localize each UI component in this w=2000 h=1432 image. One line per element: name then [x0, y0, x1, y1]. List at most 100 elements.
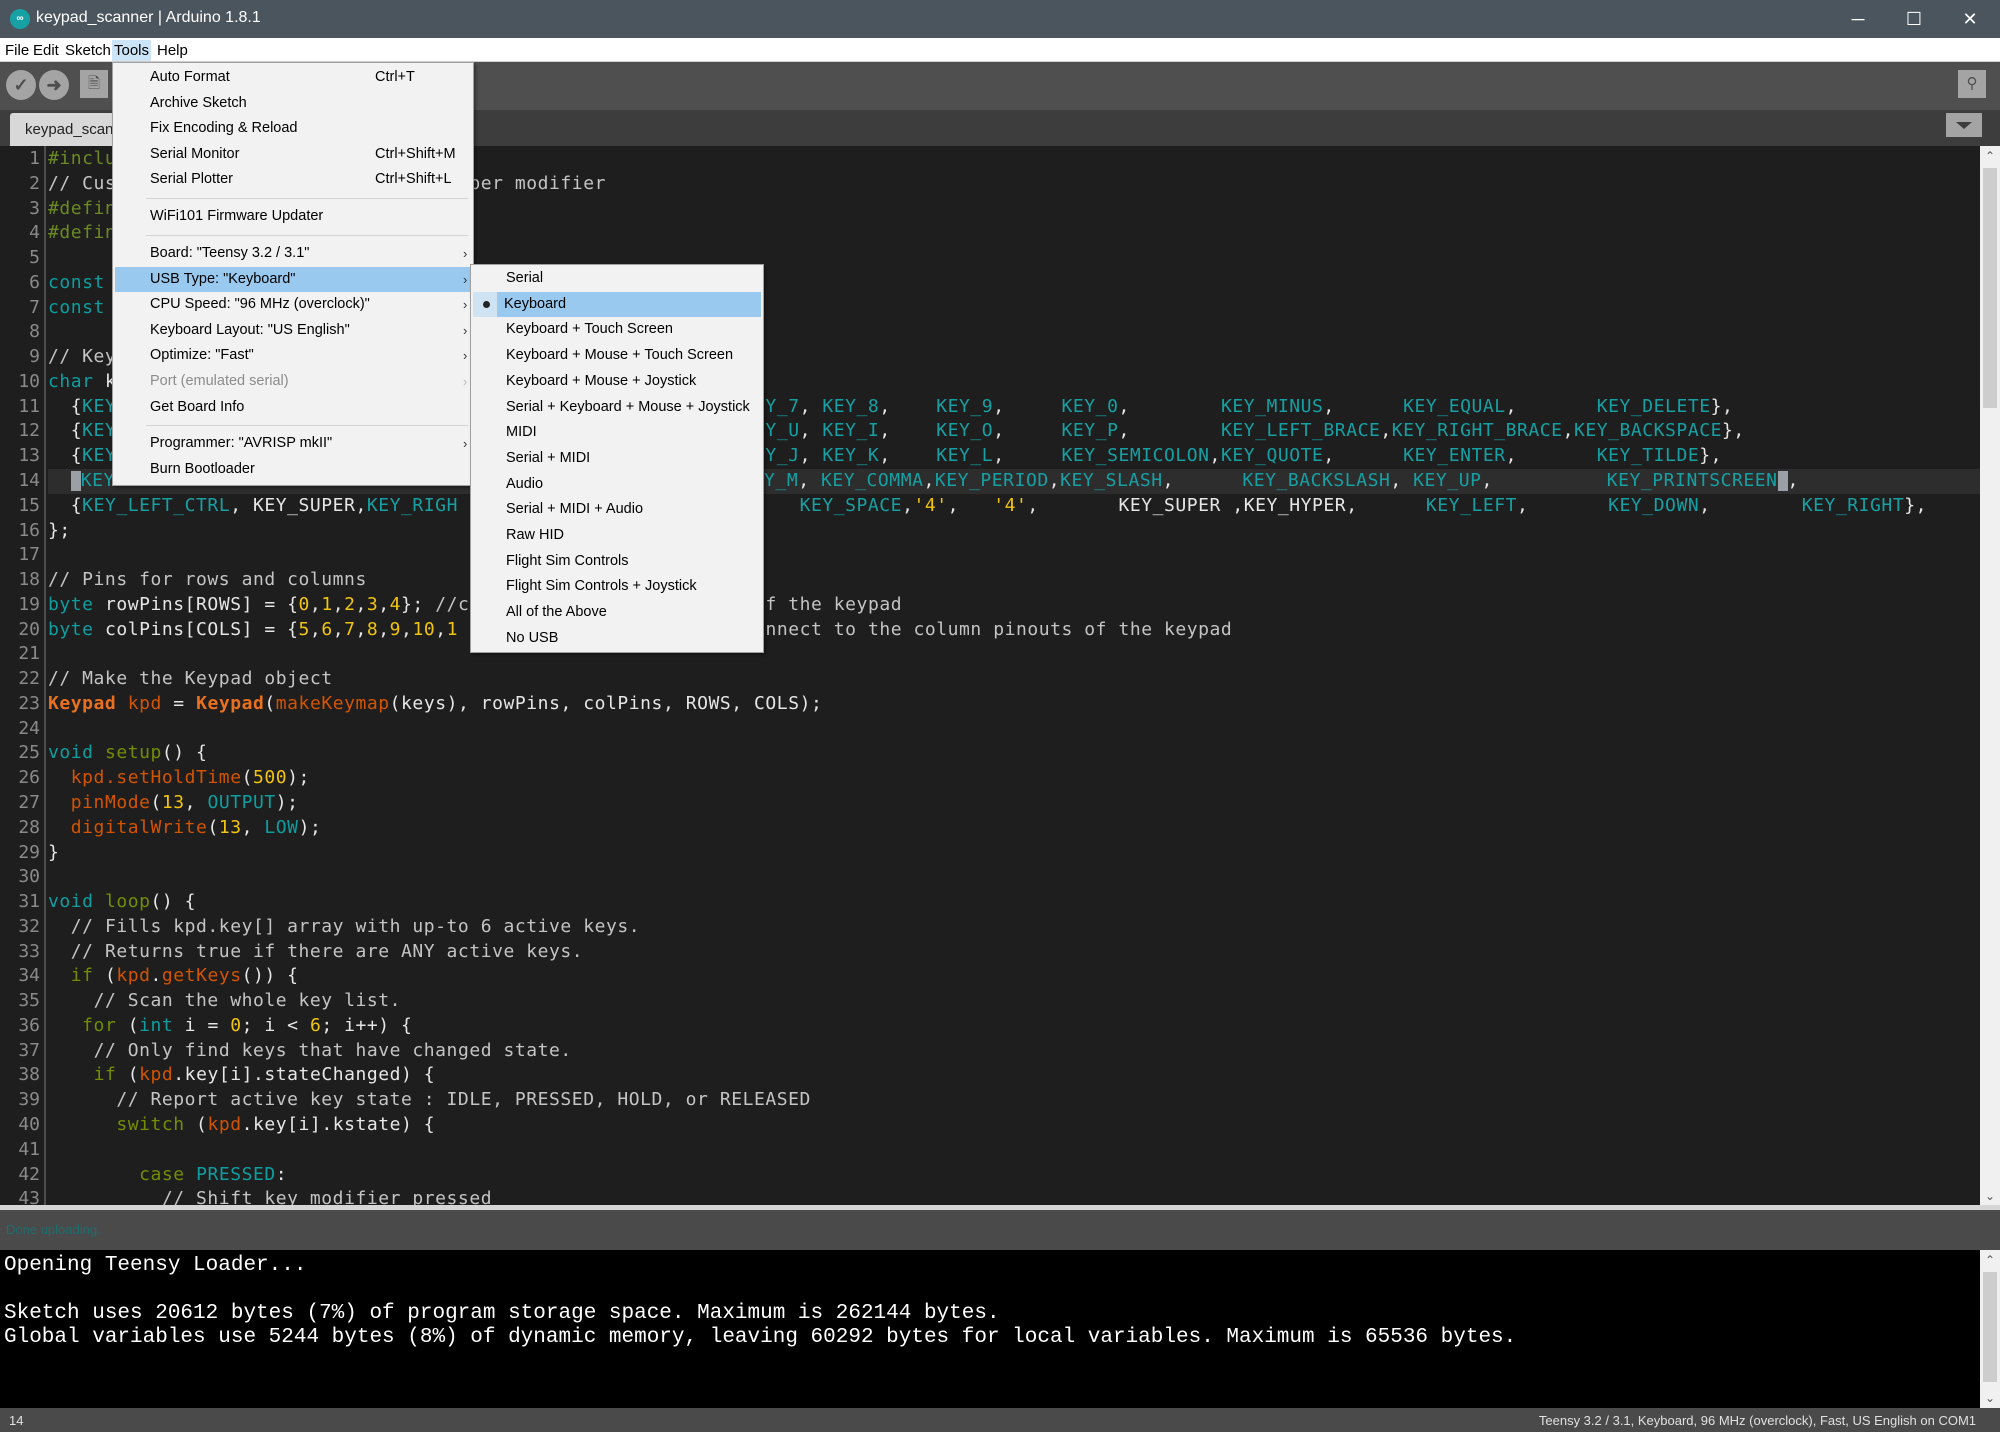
close-button[interactable]: ✕ — [1942, 0, 1998, 38]
code-line[interactable]: #inclu — [48, 147, 116, 172]
code-line[interactable]: // Make the Keypad object — [48, 667, 333, 692]
code-line[interactable]: digitalWrite(13, LOW); — [48, 816, 321, 841]
code-token: kpd.setHoldTime — [70, 767, 242, 789]
window-title: keypad_scanner | Arduino 1.8.1 — [36, 9, 261, 26]
code-line[interactable]: Keypad kpd = Keypad(makeKeymap(keys), ro… — [48, 692, 822, 717]
code-token: , — [1323, 445, 1404, 467]
usb-type-option[interactable]: Keyboard + Touch Screen — [473, 317, 761, 343]
code-line[interactable]: switch (kpd.key[i].kstate) { — [48, 1113, 435, 1138]
menu-item-optimize[interactable]: Optimize: "Fast" › — [115, 343, 471, 369]
console-scrollbar-thumb[interactable] — [1983, 1272, 1997, 1382]
menu-sketch[interactable]: Sketch — [63, 40, 113, 61]
code-line[interactable]: }; — [48, 519, 71, 544]
code-line[interactable]: // Key — [48, 345, 116, 370]
code-line[interactable]: const — [48, 271, 105, 296]
menu-item-serial-plotter[interactable]: Serial Plotter Ctrl+Shift+L — [115, 167, 471, 193]
code-token: , — [1517, 494, 1609, 516]
menu-help[interactable]: Help — [155, 40, 190, 61]
tab-menu-button[interactable] — [1946, 113, 1982, 137]
code-line[interactable]: void setup() { — [48, 741, 207, 766]
code-line[interactable]: // Scan the whole key list. — [48, 989, 401, 1014]
menu-item-label: Fix Encoding & Reload — [150, 120, 298, 137]
menu-item-usb-type[interactable]: USB Type: "Keyboard" › — [115, 266, 471, 293]
code-line[interactable]: for (int i = 0; i < 6; i++) { — [48, 1014, 412, 1039]
code-line[interactable]: #defin — [48, 221, 116, 246]
code-line[interactable]: // Returns true if there are ANY active … — [48, 940, 583, 965]
editor-scrollbar-thumb[interactable] — [1983, 168, 1997, 408]
code-line[interactable]: // Shift key modifier pressed — [48, 1187, 492, 1206]
chevron-up-icon[interactable]: ⌃ — [1980, 1250, 2000, 1270]
code-token: KEY — [80, 470, 115, 491]
menu-item-cpu-speed[interactable]: CPU Speed: "96 MHz (overclock)" › — [115, 292, 471, 318]
console-scrollbar[interactable]: ⌃ ⌄ — [1980, 1250, 2000, 1408]
code-token: KEY_SEMICOLON — [1061, 445, 1210, 467]
code-line[interactable]: void loop() { — [48, 890, 196, 915]
menu-file[interactable]: File — [3, 40, 31, 61]
code-line[interactable]: {KEY_LEFT_CTRL, KEY_SUPER,KEY_RIGH , KEY… — [48, 494, 1927, 519]
usb-type-option[interactable]: Keyboard + Mouse + Joystick — [473, 369, 761, 395]
usb-type-option[interactable]: Flight Sim Controls — [473, 549, 761, 575]
usb-type-option[interactable]: Keyboard + Mouse + Touch Screen — [473, 343, 761, 369]
code-line[interactable]: // Report active key state : IDLE, PRESS… — [48, 1088, 811, 1113]
code-line[interactable]: #defin — [48, 197, 116, 222]
menu-item-burn-bootloader[interactable]: Burn Bootloader — [115, 457, 471, 483]
code-line[interactable]: pinMode(13, OUTPUT); — [48, 791, 299, 816]
menu-item-serial-monitor[interactable]: Serial Monitor Ctrl+Shift+M — [115, 142, 471, 168]
menu-item-board[interactable]: Board: "Teensy 3.2 / 3.1" › — [115, 241, 471, 267]
code-line[interactable]: const — [48, 296, 105, 321]
upload-button[interactable]: ➜ — [39, 70, 69, 100]
usb-type-option[interactable]: Keyboard — [473, 291, 761, 318]
code-token: , — [923, 470, 935, 491]
usb-type-option[interactable]: Serial + MIDI + Audio — [473, 497, 761, 523]
line-number: 24 — [18, 717, 40, 739]
menu-item-keyboard-layout[interactable]: Keyboard Layout: "US English" › — [115, 318, 471, 344]
usb-type-option[interactable]: No USB — [473, 626, 761, 652]
usb-type-option[interactable]: Serial + Keyboard + Mouse + Joystick — [473, 395, 761, 421]
chevron-up-icon[interactable]: ⌃ — [1980, 146, 2000, 166]
menu-item-archive-sketch[interactable]: Archive Sketch — [115, 91, 471, 117]
verify-button[interactable]: ✓ — [6, 70, 36, 100]
usb-type-option[interactable]: Flight Sim Controls + Joystick — [473, 574, 761, 600]
code-line[interactable]: kpd.setHoldTime(500); — [48, 766, 310, 791]
code-token: 500 — [252, 767, 288, 789]
menu-edit[interactable]: Edit — [31, 40, 61, 61]
code-line[interactable]: // Fills kpd.key[] array with up-to 6 ac… — [48, 915, 640, 940]
serial-monitor-button[interactable]: ⚲ — [1958, 70, 1986, 98]
code-token: 7 — [344, 618, 356, 640]
maximize-button[interactable]: ☐ — [1886, 0, 1942, 38]
menu-item-get-board-info[interactable]: Get Board Info — [115, 395, 471, 421]
usb-type-option[interactable]: Audio — [473, 472, 761, 498]
minimize-button[interactable]: ─ — [1830, 0, 1886, 38]
line-number: 8 — [29, 321, 40, 343]
menu-item-label: Archive Sketch — [150, 94, 247, 111]
code-line[interactable]: // Only find keys that have changed stat… — [48, 1039, 572, 1064]
code-line[interactable]: } — [48, 841, 59, 866]
usb-type-option[interactable]: Raw HID — [473, 523, 761, 549]
code-token: 2 — [344, 593, 356, 615]
menu-item-fix-encoding[interactable]: Fix Encoding & Reload — [115, 116, 471, 142]
line-number: 16 — [18, 519, 40, 541]
code-line[interactable]: case PRESSED: — [48, 1163, 287, 1188]
code-line[interactable]: char k — [48, 370, 116, 395]
chevron-down-icon[interactable]: ⌄ — [1980, 1186, 2000, 1206]
usb-type-option[interactable]: All of the Above — [473, 600, 761, 626]
new-sketch-button[interactable]: 🗎 — [80, 70, 108, 98]
chevron-down-icon[interactable]: ⌄ — [1980, 1388, 2000, 1408]
code-token: }, — [1904, 494, 1927, 516]
menu-item-auto-format[interactable]: Auto Format Ctrl+T — [115, 65, 471, 91]
code-token: KEY_QUOTE — [1220, 445, 1324, 467]
menu-item-wifi101-updater[interactable]: WiFi101 Firmware Updater — [115, 204, 471, 230]
tab-keypad-scanner[interactable]: keypad_scanner — [10, 113, 120, 146]
usb-type-option[interactable]: MIDI — [473, 420, 761, 446]
editor-scrollbar[interactable]: ⌃ ⌄ — [1980, 146, 2000, 1206]
code-token: byte — [48, 593, 94, 615]
usb-type-option[interactable]: Serial — [473, 266, 761, 292]
code-line[interactable]: if (kpd.key[i].stateChanged) { — [48, 1063, 435, 1088]
usb-type-option[interactable]: Serial + MIDI — [473, 446, 761, 472]
line-number: 9 — [29, 346, 40, 368]
menu-tools[interactable]: Tools — [112, 40, 152, 61]
code-line[interactable]: if (kpd.getKeys()) { — [48, 964, 299, 989]
code-line[interactable]: // Pins for rows and columns — [48, 568, 367, 593]
menu-item-programmer[interactable]: Programmer: "AVRISP mkII" › — [115, 431, 471, 457]
